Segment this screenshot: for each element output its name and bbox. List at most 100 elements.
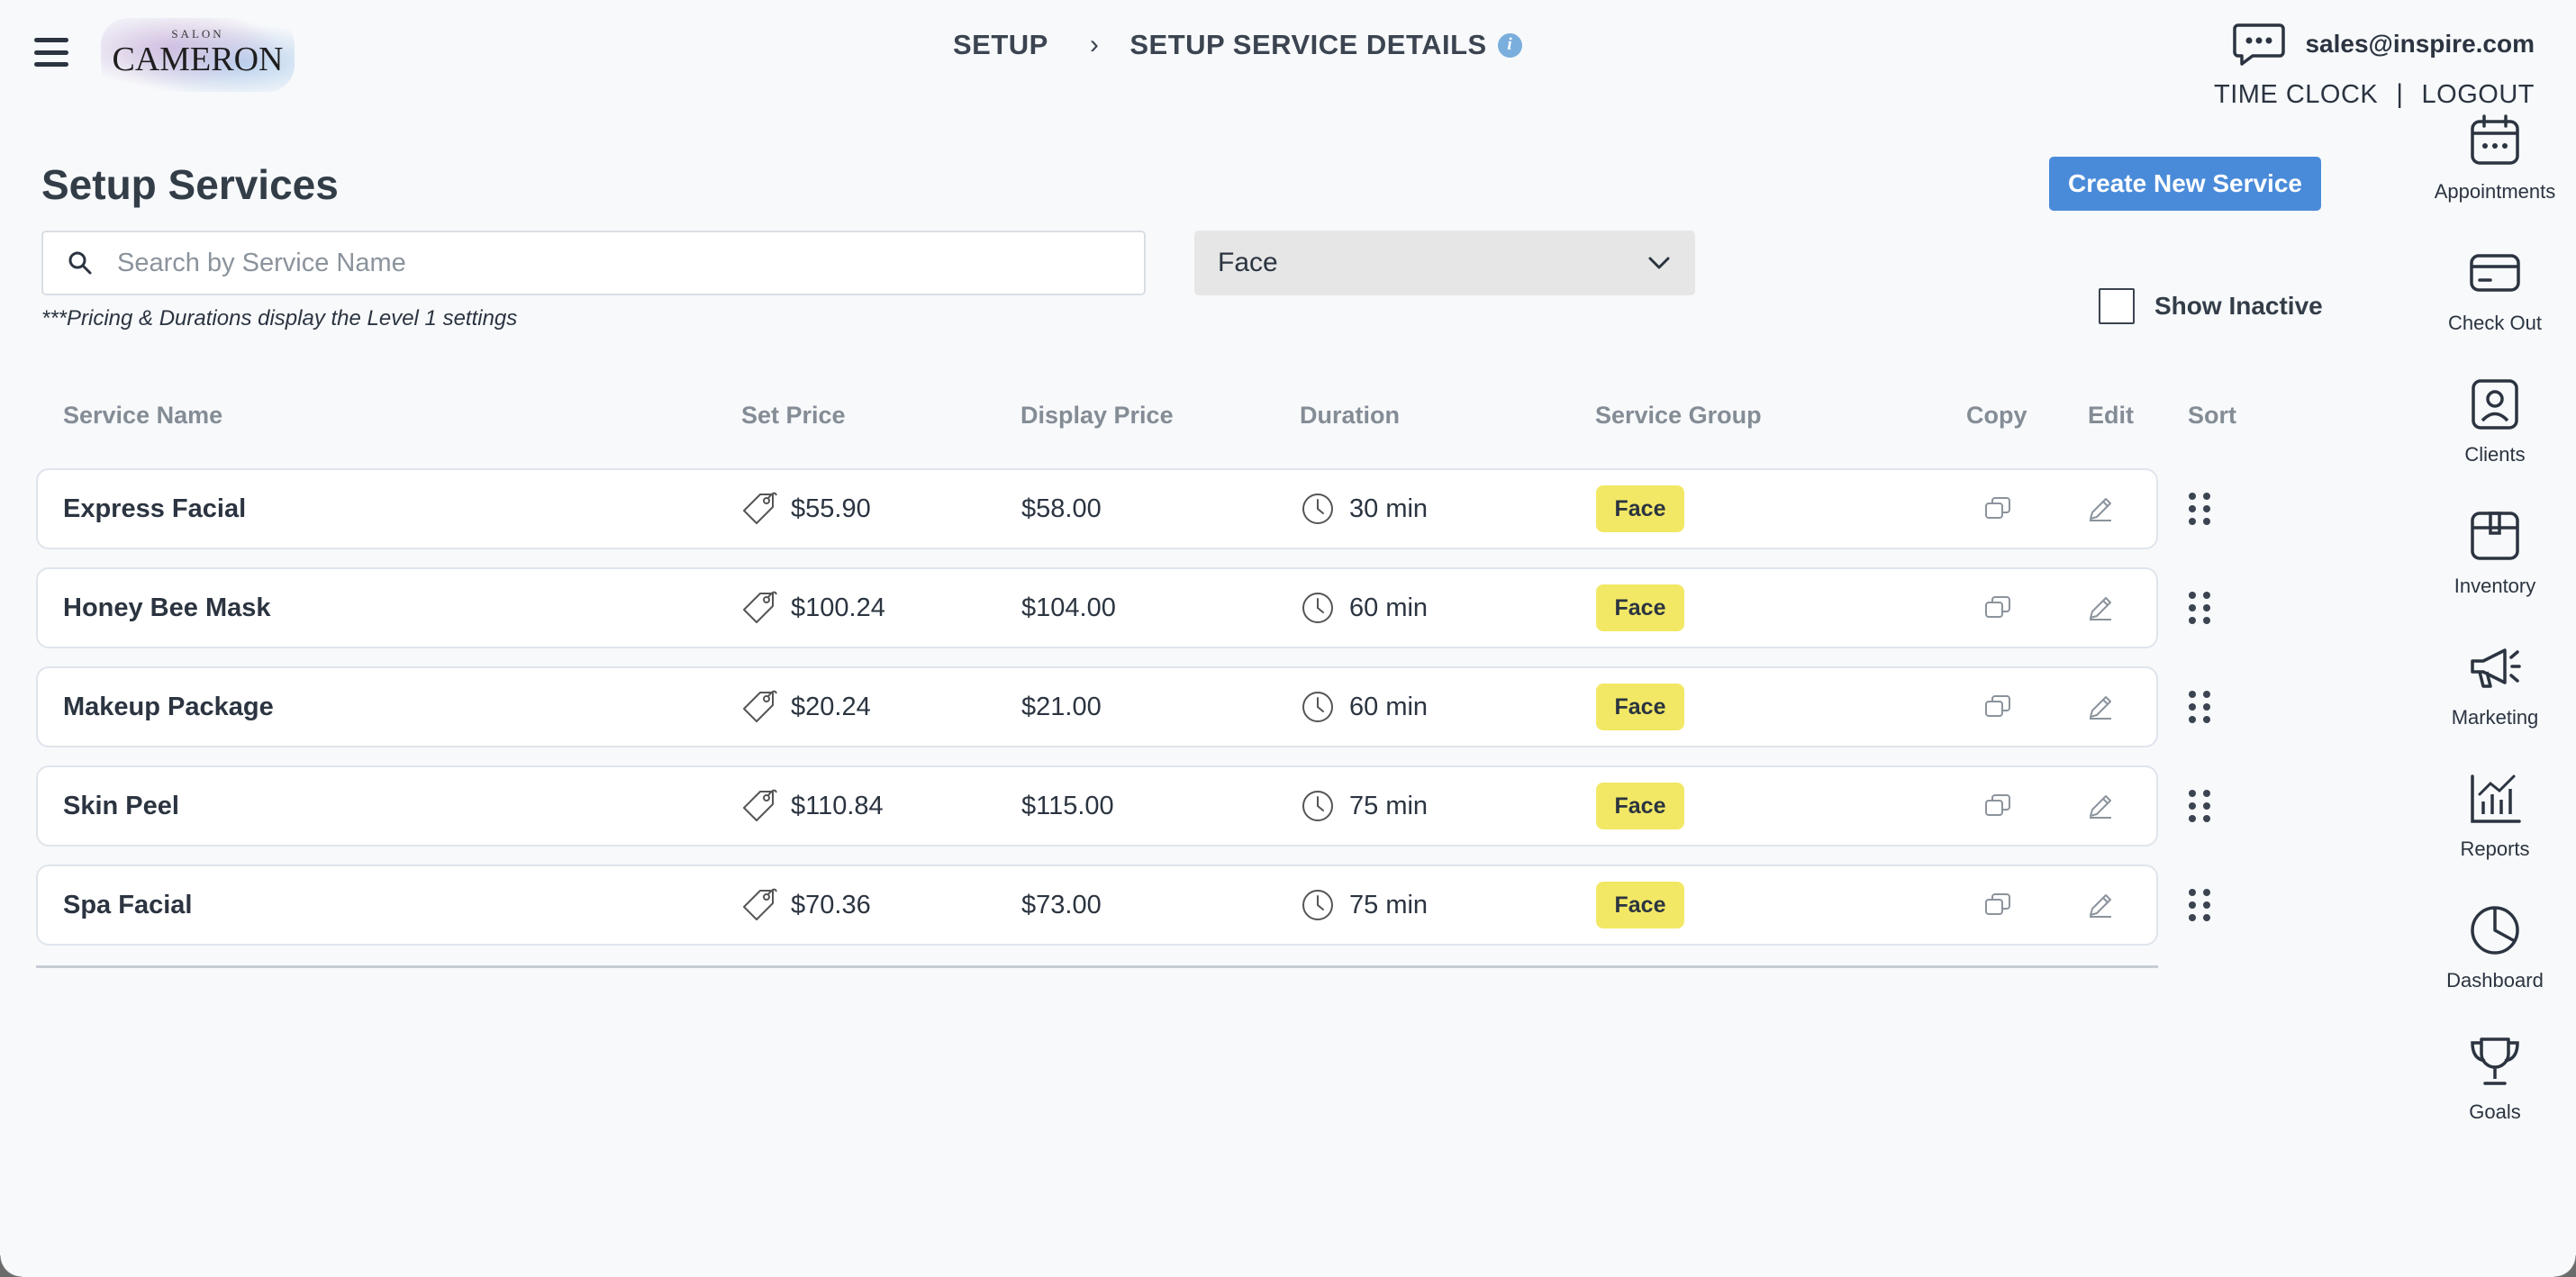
sidebar-label-reports: Reports [2460, 838, 2530, 860]
right-sidebar: Appointments Check Out Clients Inventory [2414, 113, 2576, 1165]
set-price: $100.24 [791, 593, 885, 622]
search-box[interactable] [41, 231, 1146, 295]
sidebar-item-clients[interactable]: Clients [2414, 376, 2576, 508]
show-inactive-checkbox[interactable] [2099, 288, 2135, 324]
table-row[interactable]: Spa Facial $70.36 $73.00 75 min Face [36, 865, 2158, 946]
column-header-set-price[interactable]: Set Price [741, 402, 846, 430]
service-name: Makeup Package [63, 692, 274, 721]
hamburger-menu-icon[interactable] [34, 38, 68, 67]
service-group-badge: Face [1596, 584, 1684, 631]
header-divider: | [2396, 79, 2404, 109]
set-price: $55.90 [791, 494, 871, 523]
copy-button[interactable] [1983, 569, 2012, 647]
price-tag-icon [743, 690, 777, 722]
pencil-icon [2090, 795, 2111, 819]
drag-handle-icon[interactable] [2187, 590, 2212, 626]
breadcrumb: SETUP › SETUP SERVICE DETAILS i [953, 27, 1522, 63]
box-icon [2471, 512, 2519, 560]
copy-button[interactable] [1983, 866, 2012, 944]
drag-handle-icon[interactable] [2187, 887, 2212, 923]
price-tag-icon [743, 492, 777, 524]
create-new-service-button[interactable]: Create New Service [2049, 157, 2321, 211]
sidebar-item-appointments[interactable]: Appointments [2414, 113, 2576, 245]
sidebar-label-check-out: Check Out [2448, 312, 2542, 334]
copy-button[interactable] [1983, 767, 2012, 845]
duration: 60 min [1349, 692, 1429, 721]
edit-button[interactable] [2086, 569, 2115, 647]
clock-icon [1302, 890, 1333, 920]
chat-icon[interactable] [2233, 22, 2286, 67]
pencil-icon [2090, 894, 2111, 918]
column-header-service-name[interactable]: Service Name [63, 402, 222, 430]
copy-icon [1985, 695, 2010, 717]
table-bottom-divider [36, 965, 2158, 968]
drag-handle-icon[interactable] [2187, 491, 2212, 527]
breadcrumb-setup-link[interactable]: SETUP [953, 29, 1048, 61]
column-header-copy: Copy [1966, 402, 2027, 429]
edit-button[interactable] [2086, 470, 2115, 548]
page-title: Setup Services [41, 161, 339, 208]
client-icon [2472, 379, 2518, 430]
price-tag-icon [743, 789, 777, 821]
sidebar-label-inventory: Inventory [2454, 575, 2536, 597]
set-price: $70.36 [791, 890, 871, 919]
copy-button[interactable] [1983, 668, 2012, 746]
sidebar-item-check-out[interactable]: Check Out [2414, 245, 2576, 376]
show-inactive-toggle[interactable]: Show Inactive [2099, 288, 2323, 324]
edit-button[interactable] [2086, 767, 2115, 845]
sidebar-label-dashboard: Dashboard [2446, 969, 2544, 992]
column-header-service-group[interactable]: Service Group [1595, 402, 1762, 430]
column-header-display-price[interactable]: Display Price [1020, 402, 1174, 430]
table-row[interactable]: Makeup Package $20.24 $21.00 60 min Face [36, 666, 2158, 747]
clock-icon [1302, 593, 1333, 623]
table-row[interactable]: Honey Bee Mask $100.24 $104.00 60 min Face [36, 567, 2158, 648]
service-group-badge: Face [1596, 783, 1684, 829]
trophy-icon [2471, 1037, 2519, 1085]
logout-link[interactable]: LOGOUT [2422, 80, 2535, 110]
service-group-select[interactable]: Face [1194, 231, 1695, 295]
credit-card-icon [2470, 254, 2520, 292]
clock-icon [1302, 692, 1333, 722]
window-corner [2554, 1255, 2576, 1277]
sidebar-label-goals: Goals [2469, 1100, 2521, 1123]
service-group-badge: Face [1596, 684, 1684, 730]
sidebar-item-inventory[interactable]: Inventory [2414, 508, 2576, 639]
drag-handle-icon[interactable] [2187, 689, 2212, 725]
sidebar-item-dashboard[interactable]: Dashboard [2414, 902, 2576, 1034]
display-price: $21.00 [1021, 692, 1102, 721]
copy-icon [1985, 596, 2010, 618]
column-header-edit: Edit [2088, 402, 2134, 429]
info-icon[interactable]: i [1497, 32, 1522, 58]
calendar-icon [2471, 114, 2519, 165]
column-header-duration[interactable]: Duration [1300, 402, 1400, 430]
copy-icon [1985, 497, 2010, 519]
duration: 60 min [1349, 593, 1429, 622]
set-price: $110.84 [791, 791, 884, 820]
breadcrumb-separator: › [1089, 30, 1100, 59]
table-row[interactable]: Express Facial $55.90 $58.00 30 min Face [36, 468, 2158, 549]
salon-logo[interactable]: SALON CAMERON [101, 18, 295, 92]
edit-button[interactable] [2086, 866, 2115, 944]
time-clock-link[interactable]: TIME CLOCK [2214, 80, 2378, 110]
search-icon [68, 251, 92, 275]
search-input[interactable] [117, 248, 1108, 278]
copy-icon [1985, 794, 2010, 816]
drag-handle-icon[interactable] [2187, 788, 2212, 824]
sidebar-item-goals[interactable]: Goals [2414, 1034, 2576, 1165]
sidebar-item-reports[interactable]: Reports [2414, 771, 2576, 902]
logo-small-text: SALON [171, 27, 224, 41]
service-name: Skin Peel [63, 791, 179, 820]
copy-icon [1985, 893, 2010, 915]
pencil-icon [2090, 696, 2111, 720]
table-row[interactable]: Skin Peel $110.84 $115.00 75 min Face [36, 765, 2158, 847]
set-price: $20.24 [791, 692, 871, 721]
edit-button[interactable] [2086, 668, 2115, 746]
copy-button[interactable] [1983, 470, 2012, 548]
clock-icon [1302, 494, 1333, 524]
price-tag-icon [743, 888, 777, 920]
bar-chart-icon [2471, 774, 2521, 823]
service-group-badge: Face [1596, 882, 1684, 928]
price-tag-icon [743, 591, 777, 623]
sidebar-item-marketing[interactable]: Marketing [2414, 639, 2576, 771]
service-group-badge: Face [1596, 485, 1684, 532]
